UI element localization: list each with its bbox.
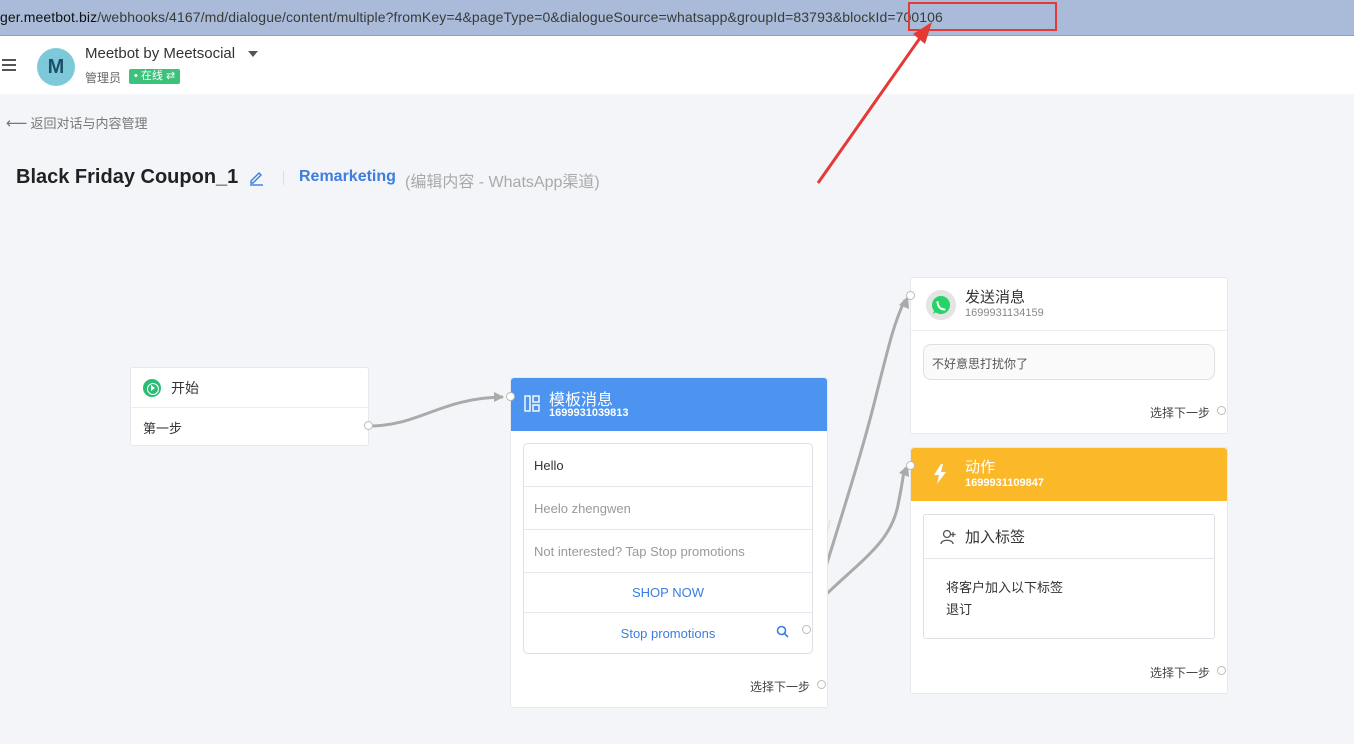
action-node[interactable]: 动作 1699931109847 加入标签 将客户加入以下标签 退订 选择下一步 bbox=[906, 447, 1228, 694]
avatar[interactable]: M bbox=[37, 48, 75, 86]
stop-promotions-port[interactable] bbox=[802, 625, 811, 634]
annotation-highlight-box bbox=[908, 2, 1057, 31]
whatsapp-icon bbox=[926, 290, 956, 320]
start-node-step: 第一步 bbox=[143, 420, 183, 436]
send-node-header: 发送消息 1699931134159 bbox=[911, 278, 1227, 331]
url-host: ger.meetbot.biz bbox=[0, 9, 98, 25]
template-next-port[interactable] bbox=[817, 680, 826, 689]
channel-note: (编辑内容 - WhatsApp渠道) bbox=[405, 174, 600, 191]
caret-down-icon[interactable] bbox=[248, 51, 258, 57]
action-node-title: 动作 bbox=[965, 459, 996, 476]
url-text[interactable]: ger.meetbot.biz/webhooks/4167/md/dialogu… bbox=[0, 9, 943, 25]
template-footer-text: Not interested? Tap Stop promotions bbox=[524, 530, 812, 573]
template-next-step[interactable]: 选择下一步 bbox=[750, 678, 810, 695]
template-input-port[interactable] bbox=[506, 392, 515, 401]
add-tag-description: 将客户加入以下标签 bbox=[946, 580, 1064, 595]
message-bubble: 不好意思打扰你了 bbox=[923, 344, 1215, 380]
template-layout-icon bbox=[524, 395, 540, 412]
workspace-name[interactable]: Meetbot by Meetsocial bbox=[85, 45, 235, 62]
stop-promotions-button[interactable]: Stop promotions bbox=[524, 613, 812, 653]
add-tag-header: 加入标签 bbox=[924, 515, 1214, 559]
lightning-icon bbox=[934, 464, 946, 484]
play-icon bbox=[143, 378, 161, 397]
template-node-id: 1699931039813 bbox=[549, 407, 629, 419]
arrow-left-icon: ⟵ bbox=[6, 115, 28, 132]
send-next-port[interactable] bbox=[1217, 406, 1226, 415]
send-node-id: 1699931134159 bbox=[965, 307, 1044, 319]
shop-now-button[interactable]: SHOP NOW bbox=[524, 573, 812, 613]
action-node-id: 1699931109847 bbox=[965, 477, 1044, 489]
send-node-title: 发送消息 bbox=[965, 289, 1026, 306]
browser-url-bar[interactable]: ger.meetbot.biz/webhooks/4167/md/dialogu… bbox=[0, 0, 1354, 36]
action-next-step[interactable]: 选择下一步 bbox=[1150, 664, 1210, 681]
send-next-step[interactable]: 选择下一步 bbox=[1150, 404, 1210, 421]
user-role: 管理员 bbox=[85, 71, 122, 85]
tag-value: 退订 bbox=[946, 602, 973, 617]
template-body-text: Heelo zhengwen bbox=[524, 487, 812, 530]
app-header: M Meetbot by Meetsocial 管理员 • 在线 ⇄ bbox=[0, 36, 1354, 94]
start-node-title: 开始 bbox=[171, 379, 199, 396]
action-next-port[interactable] bbox=[1217, 666, 1226, 675]
template-header-text: Hello bbox=[524, 444, 812, 487]
back-link-label: 返回对话与内容管理 bbox=[30, 116, 148, 131]
menu-collapse-icon[interactable] bbox=[0, 58, 18, 72]
send-input-port[interactable] bbox=[906, 291, 915, 300]
status-badge[interactable]: • 在线 ⇄ bbox=[129, 69, 181, 84]
edit-pencil-icon[interactable] bbox=[248, 169, 265, 186]
action-node-header: 动作 1699931109847 bbox=[911, 448, 1227, 501]
url-path: /webhooks/4167/md/dialogue/content/multi… bbox=[97, 9, 943, 25]
title-divider bbox=[283, 171, 284, 185]
start-node[interactable]: 开始 第一步 bbox=[130, 367, 373, 446]
search-icon[interactable] bbox=[776, 625, 789, 638]
add-tag-card[interactable]: 加入标签 将客户加入以下标签 退订 bbox=[923, 514, 1215, 639]
template-node-header: 模板消息 1699931039813 bbox=[511, 378, 827, 431]
category-link[interactable]: Remarketing bbox=[299, 168, 396, 186]
template-content-box: Hello Heelo zhengwen Not interested? Tap… bbox=[523, 443, 813, 654]
add-tag-title: 加入标签 bbox=[965, 529, 1026, 546]
template-message-node[interactable]: 模板消息 1699931039813 Hello Heelo zhengwen … bbox=[506, 377, 828, 708]
send-message-node[interactable]: 发送消息 1699931134159 不好意思打扰你了 选择下一步 bbox=[906, 277, 1228, 434]
stop-promotions-label: Stop promotions bbox=[620, 625, 716, 641]
start-node-header: 开始 bbox=[131, 368, 368, 408]
start-output-port[interactable] bbox=[364, 421, 373, 430]
user-add-icon bbox=[940, 529, 956, 544]
back-link[interactable]: ⟵ 返回对话与内容管理 bbox=[6, 113, 148, 132]
page-title: Black Friday Coupon_1 bbox=[16, 166, 239, 188]
action-input-port[interactable] bbox=[906, 461, 915, 470]
